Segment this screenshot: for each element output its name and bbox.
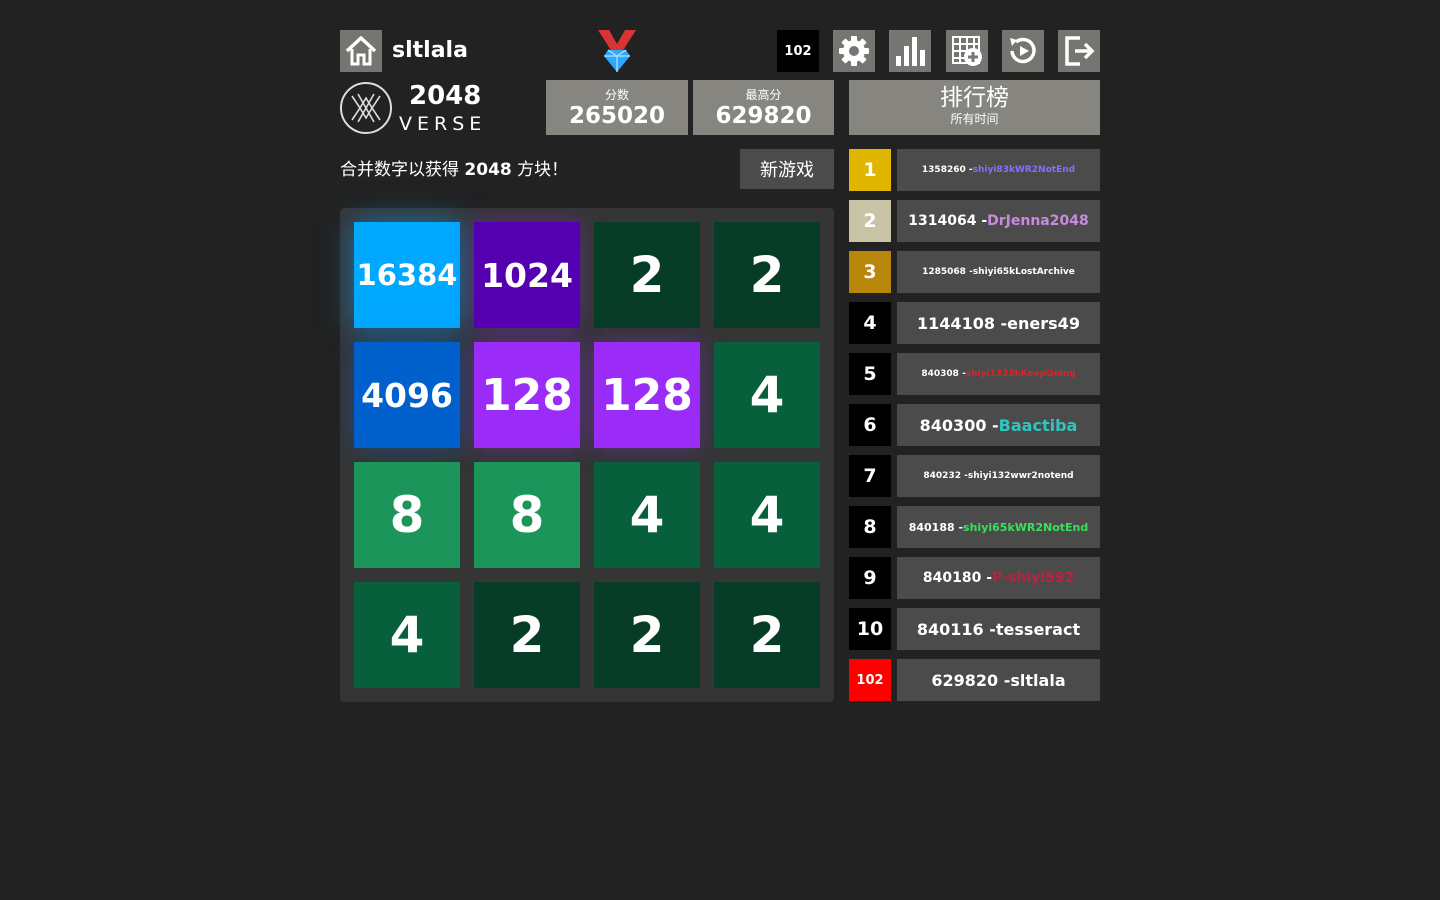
leaderboard-entry[interactable]: 840116 - tesseract bbox=[897, 608, 1100, 650]
leaderboard-player-name: tesseract bbox=[995, 619, 1081, 639]
new-game-button[interactable]: 新游戏 bbox=[740, 149, 834, 189]
leaderboard-score: 840188 - bbox=[908, 520, 964, 534]
leaderboard-rank: 1 bbox=[849, 149, 891, 191]
tile: 8 bbox=[474, 462, 580, 568]
leaderboard-player-name: shiyi132wwr2notend bbox=[967, 471, 1074, 481]
leaderboard-header-button[interactable]: 排行榜 所有时间 bbox=[849, 80, 1100, 135]
tile: 2 bbox=[594, 222, 700, 328]
leaderboard-score: 840116 - bbox=[916, 619, 996, 639]
leaderboard-rank: 5 bbox=[849, 353, 891, 395]
tile: 128 bbox=[594, 342, 700, 448]
leaderboard-entry[interactable]: 840188 - shiyi65kWR2NotEnd bbox=[897, 506, 1100, 548]
home-button[interactable] bbox=[340, 30, 382, 72]
game-board[interactable]: 16384 1024 2 2 4096 128 128 4 8 8 4 4 4 2 2 2 bbox=[340, 208, 834, 702]
leaderboard-rank: 8 bbox=[849, 506, 891, 548]
intro-target: 2048 bbox=[464, 160, 512, 180]
leaderboard-entry[interactable]: 840180 - P-shiyi592 bbox=[897, 557, 1100, 599]
leaderboard-entry[interactable]: 1314064 - DrJenna2048 bbox=[897, 200, 1100, 242]
home-icon bbox=[345, 36, 377, 66]
add-grid-icon bbox=[952, 36, 982, 66]
player-rank: 102 bbox=[777, 30, 819, 72]
tile: 1024 bbox=[474, 222, 580, 328]
leaderboard-score: 1358260 - bbox=[921, 165, 973, 175]
leaderboard-player-name: P-shiyi592 bbox=[992, 570, 1075, 586]
best-score-value: 629820 bbox=[715, 103, 812, 129]
leaderboard-rank: 102 bbox=[849, 659, 891, 701]
leaderboard-score: 840232 - bbox=[923, 471, 968, 481]
medal-icon bbox=[598, 30, 636, 72]
leaderboard-rank: 6 bbox=[849, 404, 891, 446]
leaderboard-entry[interactable]: 840308 - shiyi1323kKeepGoing bbox=[897, 353, 1100, 395]
leaderboard-score: 1285068 - bbox=[922, 267, 973, 277]
leaderboard-rank: 9 bbox=[849, 557, 891, 599]
leaderboard-rank: 3 bbox=[849, 251, 891, 293]
score-value: 265020 bbox=[568, 103, 666, 129]
stats-button[interactable] bbox=[889, 30, 931, 72]
username: sltlala bbox=[392, 38, 468, 63]
leaderboard-entry[interactable]: 629820 - sltlala bbox=[897, 659, 1100, 701]
leaderboard-entry[interactable]: 1285068 - shiyi65kLostArchive bbox=[897, 251, 1100, 293]
leaderboard-score: 840300 - bbox=[919, 415, 999, 435]
leaderboard-rank: 10 bbox=[849, 608, 891, 650]
replay-button[interactable] bbox=[1002, 30, 1044, 72]
leaderboard-title: 排行榜 bbox=[940, 85, 1009, 111]
leaderboard-player-name: shiyi65kWR2NotEnd bbox=[963, 520, 1089, 534]
logo-subtitle: VERSE bbox=[399, 113, 487, 135]
intro-suffix: 方块！ bbox=[511, 160, 569, 180]
tile: 4 bbox=[354, 582, 460, 688]
leaderboard-player-name: shiyi65kLostArchive bbox=[972, 267, 1075, 277]
intro-prefix: 合并数字以获得 bbox=[340, 160, 465, 180]
leaderboard-entry[interactable]: 1144108 - eners49 bbox=[897, 302, 1100, 344]
verse-logo-icon bbox=[351, 93, 381, 123]
leaderboard-player-name: DrJenna2048 bbox=[987, 213, 1089, 229]
tile: 2 bbox=[594, 582, 700, 688]
tile: 4 bbox=[594, 462, 700, 568]
logout-icon bbox=[1065, 36, 1095, 66]
leaderboard-score: 1144108 - bbox=[917, 313, 1008, 333]
leaderboard-player-name: shiyi83kWR2NotEnd bbox=[972, 165, 1076, 175]
score-box: 分数 265020 bbox=[546, 80, 688, 135]
leaderboard-score: 629820 - bbox=[931, 670, 1011, 690]
tile: 128 bbox=[474, 342, 580, 448]
tile: 8 bbox=[354, 462, 460, 568]
tile: 4096 bbox=[354, 342, 460, 448]
leaderboard-score: 840308 - bbox=[921, 369, 966, 379]
replay-icon bbox=[1010, 37, 1036, 64]
tile: 2 bbox=[474, 582, 580, 688]
gear-icon bbox=[839, 36, 869, 66]
leaderboard-rank: 2 bbox=[849, 200, 891, 242]
tile: 2 bbox=[714, 222, 820, 328]
leaderboard-player-name: shiyi1323kKeepGoing bbox=[965, 369, 1076, 379]
leaderboard-period: 所有时间 bbox=[950, 112, 999, 126]
score-label: 分数 bbox=[604, 88, 629, 102]
leaderboard-entry[interactable]: 840232 - shiyi132wwr2notend bbox=[897, 455, 1100, 497]
leaderboard-player-name: eners49 bbox=[1007, 313, 1080, 333]
bar-chart-icon bbox=[896, 37, 925, 66]
leaderboard-entry[interactable]: 840300 - Baactiba bbox=[897, 404, 1100, 446]
tile: 2 bbox=[714, 582, 820, 688]
logo-title: 2048 bbox=[409, 81, 482, 111]
leaderboard-player-name: Baactiba bbox=[998, 415, 1078, 435]
settings-button[interactable] bbox=[833, 30, 875, 72]
game-intro: 合并数字以获得 2048 方块！ bbox=[340, 158, 568, 182]
best-score-label: 最高分 bbox=[745, 88, 782, 102]
leaderboard-player-name: sltlala bbox=[1010, 670, 1066, 690]
leaderboard-rank: 4 bbox=[849, 302, 891, 344]
best-score-box: 最高分 629820 bbox=[693, 80, 834, 135]
leaderboard-entry[interactable]: 1358260 - shiyi83kWR2NotEnd bbox=[897, 149, 1100, 191]
logo-emblem bbox=[340, 82, 392, 134]
tile: 4 bbox=[714, 342, 820, 448]
leaderboard-rank: 7 bbox=[849, 455, 891, 497]
leaderboard-score: 1314064 - bbox=[908, 213, 988, 229]
new-board-button[interactable] bbox=[946, 30, 988, 72]
medal-badge bbox=[596, 30, 638, 72]
leaderboard-score: 840180 - bbox=[922, 570, 993, 586]
tile: 4 bbox=[714, 462, 820, 568]
logout-button[interactable] bbox=[1058, 30, 1100, 72]
tile: 16384 bbox=[354, 222, 460, 328]
